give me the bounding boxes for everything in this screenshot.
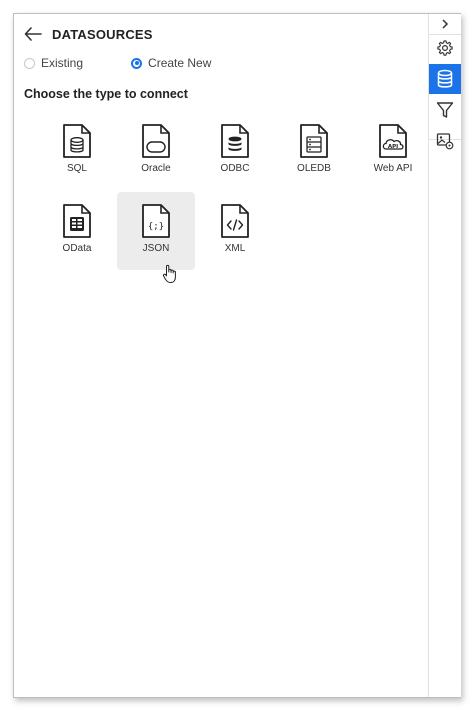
- rail-filter-button[interactable]: [429, 95, 461, 125]
- datasource-label: OLEDB: [297, 163, 331, 174]
- datasource-tile-oracle[interactable]: Oracle: [117, 112, 195, 190]
- database-icon: [437, 69, 453, 88]
- datasource-label: ODBC: [220, 163, 250, 174]
- filter-icon: [436, 102, 454, 118]
- json-file-icon: {;}: [142, 204, 170, 238]
- svg-text:{;}: {;}: [148, 222, 164, 232]
- datasource-tile-odbc[interactable]: ODBC: [196, 112, 274, 190]
- page-title: DATASOURCES: [52, 26, 153, 42]
- datasource-tile-json[interactable]: {;} JSON: [117, 192, 195, 270]
- image-settings-icon: [436, 133, 454, 150]
- datasource-tile-oledb[interactable]: OLEDB: [275, 112, 353, 190]
- odbc-file-icon: [221, 124, 249, 158]
- datasource-label: OData: [62, 243, 92, 254]
- datasource-tile-sql[interactable]: SQL: [38, 112, 116, 190]
- datasource-label: JSON: [142, 243, 170, 254]
- chevron-right-icon: [442, 19, 449, 29]
- connection-mode-group: Existing Create New: [24, 56, 259, 70]
- rail-datasource-button[interactable]: [429, 64, 461, 94]
- datasource-label: XML: [224, 243, 246, 254]
- panel-header: DATASOURCES: [24, 22, 153, 46]
- hand-pointer-icon: [162, 264, 176, 283]
- odata-file-icon: [63, 204, 91, 238]
- gear-icon: [437, 40, 453, 56]
- radio-create-new-circle[interactable]: [131, 57, 143, 69]
- xml-file-icon: [221, 204, 249, 238]
- datasource-tile-odata[interactable]: OData: [38, 192, 116, 270]
- oracle-file-icon: [142, 124, 170, 158]
- database-file-icon: [63, 124, 91, 158]
- radio-existing[interactable]: Existing: [24, 56, 83, 70]
- datasource-panel-frame: DATASOURCES Existing Create New Choose t…: [13, 13, 461, 698]
- section-title: Choose the type to connect: [24, 87, 188, 101]
- oledb-file-icon: [300, 124, 328, 158]
- radio-existing-label: Existing: [41, 56, 84, 70]
- collapse-button[interactable]: [429, 14, 461, 34]
- side-rail: [428, 14, 461, 697]
- radio-create-new[interactable]: Create New: [131, 56, 211, 70]
- datasource-label: Web API: [373, 163, 413, 174]
- radio-existing-circle[interactable]: [24, 57, 35, 69]
- arrow-left-icon[interactable]: [24, 24, 44, 44]
- datasources-panel: DATASOURCES Existing Create New Choose t…: [14, 14, 428, 697]
- datasource-label: SQL: [66, 163, 87, 174]
- rail-image-settings-button[interactable]: [429, 126, 461, 156]
- datasource-tile-web-api[interactable]: API Web API: [354, 112, 432, 190]
- svg-text:API: API: [388, 144, 398, 150]
- radio-create-new-label: Create New: [148, 56, 212, 70]
- datasource-tile-xml[interactable]: XML: [196, 192, 274, 270]
- datasource-label: Oracle: [141, 163, 171, 174]
- web-api-file-icon: API: [379, 124, 407, 158]
- rail-properties-button[interactable]: [429, 33, 461, 63]
